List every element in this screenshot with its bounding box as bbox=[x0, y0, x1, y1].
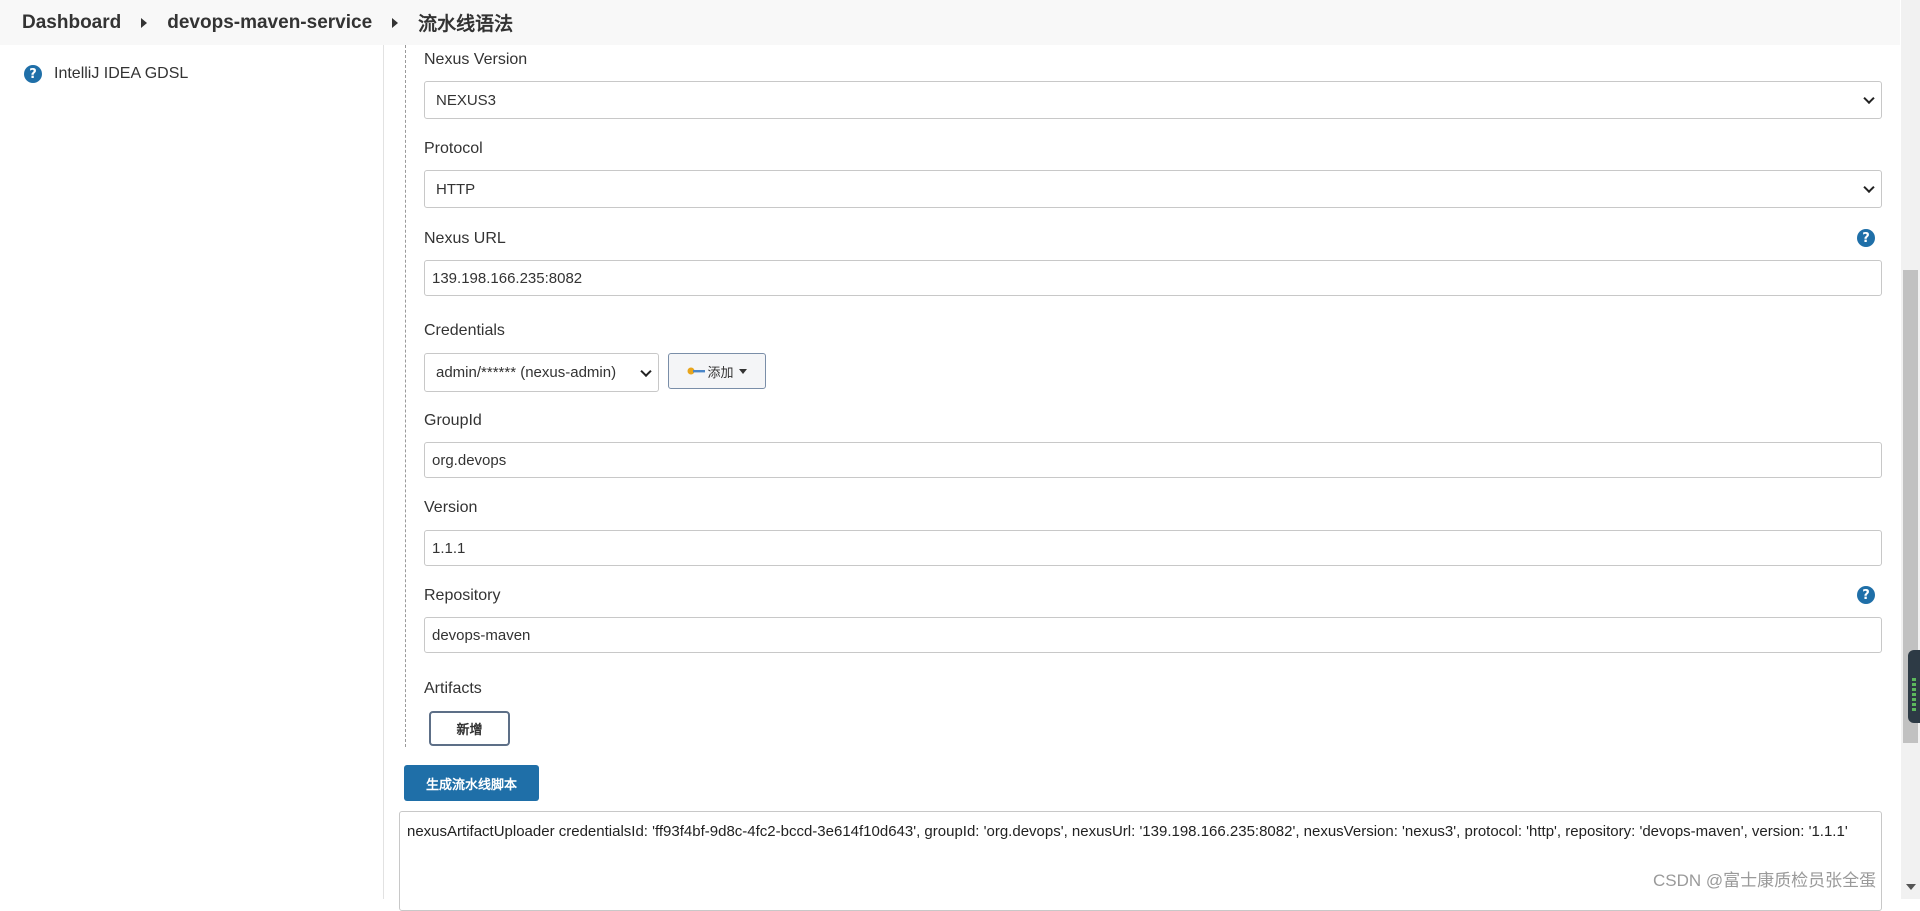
caret-down-icon bbox=[738, 368, 747, 374]
signal-bars-icon bbox=[1912, 678, 1916, 712]
chevron-down-icon bbox=[1863, 92, 1875, 105]
version-label: Version bbox=[424, 499, 478, 516]
add-credentials-button[interactable]: 添加 bbox=[668, 353, 766, 389]
version-value: 1.1.1 bbox=[432, 539, 466, 557]
protocol-select[interactable]: HTTP bbox=[424, 170, 1882, 208]
nexus-version-label: Nexus Version bbox=[424, 51, 528, 68]
repository-value: devops-maven bbox=[432, 626, 531, 644]
version-input[interactable]: 1.1.1 bbox=[424, 530, 1882, 566]
protocol-value: HTTP bbox=[436, 180, 476, 198]
artifacts-label: Artifacts bbox=[424, 680, 482, 697]
section-divider bbox=[405, 45, 406, 747]
repository-help-icon[interactable]: ? bbox=[1857, 586, 1875, 604]
group-id-label: GroupId bbox=[424, 412, 482, 429]
help-icon: ? bbox=[24, 65, 42, 83]
credentials-label: Credentials bbox=[424, 322, 505, 339]
chevron-right-icon[interactable] bbox=[392, 17, 399, 28]
side-widget[interactable] bbox=[1908, 650, 1920, 723]
sidebar: ? IntelliJ IDEA GDSL bbox=[0, 45, 384, 899]
nexus-url-label: Nexus URL bbox=[424, 230, 506, 247]
scroll-down-arrow-icon[interactable] bbox=[1906, 884, 1916, 890]
breadcrumb-pipeline-syntax[interactable]: 流水线语法 bbox=[418, 9, 513, 36]
nexus-version-value: NEXUS3 bbox=[436, 91, 497, 109]
sidebar-item-intellij-gdsl[interactable]: ? IntelliJ IDEA GDSL bbox=[24, 65, 188, 83]
breadcrumb-job[interactable]: devops-maven-service bbox=[167, 12, 372, 34]
generate-pipeline-script-button[interactable]: 生成流水线脚本 bbox=[404, 765, 539, 801]
credentials-value: admin/****** (nexus-admin) bbox=[436, 364, 617, 381]
nexus-url-input[interactable]: 139.198.166.235:8082 bbox=[424, 260, 1882, 296]
repository-input[interactable]: devops-maven bbox=[424, 617, 1882, 653]
group-id-value: org.devops bbox=[432, 451, 507, 469]
key-icon bbox=[687, 367, 706, 375]
credentials-select[interactable]: admin/****** (nexus-admin) bbox=[424, 353, 659, 392]
breadcrumb: Dashboard devops-maven-service 流水线语法 bbox=[0, 0, 1900, 45]
nexus-url-help-icon[interactable]: ? bbox=[1857, 229, 1875, 247]
repository-label: Repository bbox=[424, 587, 501, 604]
generated-script-output[interactable]: nexusArtifactUploader credentialsId: 'ff… bbox=[399, 811, 1882, 911]
add-credentials-label: 添加 bbox=[707, 364, 734, 380]
breadcrumb-dashboard[interactable]: Dashboard bbox=[22, 12, 121, 34]
add-artifact-button[interactable]: 新增 bbox=[429, 711, 510, 746]
nexus-url-value: 139.198.166.235:8082 bbox=[432, 269, 583, 287]
sidebar-item-label: IntelliJ IDEA GDSL bbox=[54, 65, 189, 82]
nexus-version-select[interactable]: NEXUS3 bbox=[424, 81, 1882, 119]
group-id-input[interactable]: org.devops bbox=[424, 442, 1882, 478]
watermark: CSDN @富士康质检员张全蛋 bbox=[1653, 871, 1877, 890]
protocol-label: Protocol bbox=[424, 140, 483, 157]
chevron-down-icon bbox=[1863, 181, 1875, 194]
chevron-down-icon bbox=[640, 365, 652, 377]
chevron-right-icon[interactable] bbox=[141, 17, 148, 28]
